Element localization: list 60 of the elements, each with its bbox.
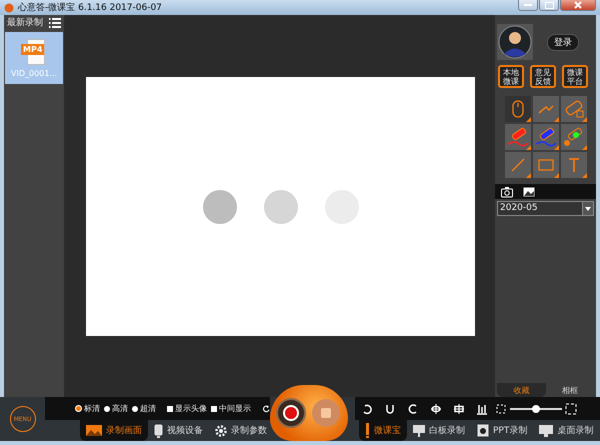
minimize-icon	[524, 4, 532, 6]
window-title: 心意答-微课宝 6.1.16 2017-06-07	[18, 2, 162, 14]
panel-tab[interactable]: 收藏	[497, 383, 546, 397]
file-type-badge: MP4	[21, 44, 44, 54]
maximize-icon	[544, 2, 554, 8]
eraser-icon	[564, 100, 584, 118]
rectangle-icon	[538, 159, 554, 171]
minimize-button[interactable]	[518, 0, 538, 11]
maximize-button[interactable]	[539, 0, 559, 11]
mode-tab[interactable]: PPT录制	[471, 420, 534, 441]
record-button[interactable]	[276, 398, 306, 428]
option-checkbox[interactable]	[166, 406, 173, 412]
option-checkbox[interactable]	[210, 406, 217, 412]
loading-dots-icon	[202, 188, 360, 224]
close-button[interactable]	[560, 0, 596, 11]
login-button[interactable]: 登录	[547, 34, 579, 50]
image-icon	[86, 425, 102, 436]
mode-tab[interactable]: 微课宝	[359, 420, 407, 441]
link-button[interactable]: 本地 微课	[498, 65, 524, 88]
gear-icon	[215, 424, 227, 436]
slider-thumb[interactable]	[532, 404, 540, 412]
option-label: 中间显示	[218, 403, 251, 414]
line-icon	[511, 158, 525, 172]
refresh-icon[interactable]	[262, 402, 270, 414]
panel-tab[interactable]: 相框	[546, 383, 594, 397]
picture-icon[interactable]	[523, 186, 535, 198]
quality-radio[interactable]	[104, 406, 110, 412]
bottom-tab[interactable]: 录制画面	[80, 420, 148, 441]
quality-radio[interactable]	[132, 406, 138, 412]
list-icon[interactable]	[49, 16, 61, 28]
rotate-left-icon[interactable]	[361, 402, 373, 414]
bottom-tab[interactable]: 视频设备	[148, 420, 209, 441]
zoom-out-icon[interactable]	[495, 402, 507, 414]
undo-icon[interactable]	[384, 402, 396, 414]
tool-button[interactable]	[505, 96, 531, 122]
avatar-icon	[498, 25, 532, 59]
quality-label: 超清	[140, 403, 156, 414]
text-tool-icon	[568, 158, 580, 172]
quality-label: 高清	[112, 403, 128, 414]
option-label: 显示头像	[174, 403, 207, 414]
camera-device-icon	[154, 424, 163, 438]
whiteboard-icon	[413, 424, 425, 436]
quality-label: 标清	[84, 403, 100, 414]
close-icon	[574, 1, 582, 9]
file-name: VID_0001...	[11, 68, 57, 78]
app-logo-icon	[4, 2, 14, 12]
link-button[interactable]: 微课 平台	[562, 65, 588, 88]
quality-radio[interactable]	[75, 405, 82, 412]
zoom-in-icon[interactable]	[565, 402, 577, 414]
redo-icon[interactable]	[407, 402, 419, 414]
mouse-icon	[512, 100, 524, 118]
mode-tab[interactable]: 桌面录制	[533, 420, 600, 441]
camera-icon[interactable]	[501, 186, 513, 198]
monitor-icon	[539, 424, 554, 436]
date-select[interactable]: 2020-05	[497, 201, 594, 216]
mode-tab[interactable]: 白板录制	[407, 420, 471, 441]
sidebar-header: 最新录制	[7, 16, 43, 29]
dropdown-caret-icon	[585, 206, 591, 210]
link-button[interactable]: 意见 反馈	[530, 65, 556, 88]
bottom-tab[interactable]: 录制参数	[209, 420, 273, 441]
